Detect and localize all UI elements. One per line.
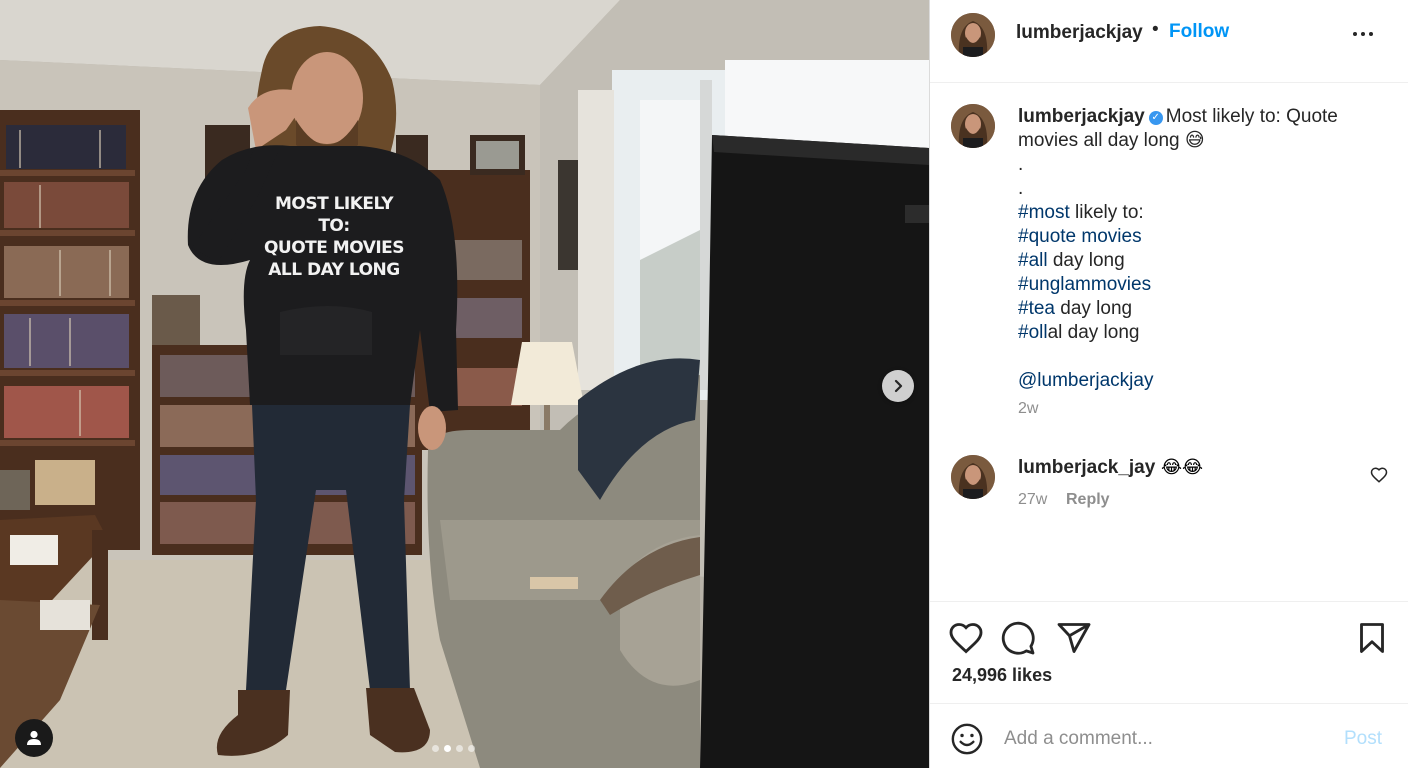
carousel-dot (456, 745, 463, 752)
hashtag-line: #ollal day long (1018, 321, 1388, 345)
hashtag-line: #quote movies (1018, 225, 1388, 249)
post-caption: lumberjackjay ✓ Most likely to: Quote movi… (930, 83, 1408, 443)
verified-icon: ✓ (1148, 111, 1163, 125)
caption-line-2: movies all day long 😅 (1018, 130, 1205, 151)
follow-button[interactable]: Follow (1169, 21, 1229, 43)
hoodie-print: MOST LIKELY TO: QUOTE MOVIES ALL DAY LON… (258, 193, 410, 281)
carousel-dot-active (444, 745, 451, 752)
post-comment-button[interactable]: Post (1344, 728, 1382, 750)
heart-icon[interactable] (948, 620, 984, 656)
user-tag-icon (27, 730, 41, 745)
hashtag-rest: day long (1047, 250, 1125, 271)
post-side-panel: lumberjackjay • Follow lumberjackjay ✓ M… (929, 0, 1408, 768)
comment-timestamp[interactable]: 27w (1018, 491, 1047, 509)
caption-dot: . (1018, 178, 1024, 199)
heart-icon[interactable] (1370, 466, 1388, 484)
bookmark-icon[interactable] (1354, 620, 1390, 656)
hoodie-line-1: MOST LIKELY TO: (274, 194, 394, 236)
photo-scene (0, 0, 929, 768)
caption-text: lumberjackjay ✓ Most likely to: Quote movi… (1018, 105, 1388, 421)
more-icon (1353, 32, 1373, 36)
hashtag-line: #most likely to: (1018, 201, 1388, 225)
hashtag-link[interactable]: #oll (1018, 322, 1048, 343)
commenter-avatar[interactable] (951, 455, 995, 499)
avatar-image (951, 13, 995, 57)
hoodie-line-3: ALL DAY LONG (268, 260, 400, 280)
post-header: lumberjackjay • Follow (930, 0, 1408, 83)
post-photo[interactable]: MOST LIKELY TO: QUOTE MOVIES ALL DAY LON… (0, 0, 929, 768)
avatar-image (951, 455, 995, 499)
hashtag-line: #tea day long (1018, 297, 1388, 321)
carousel-dots (432, 745, 475, 752)
hashtag-rest: likely to: (1069, 202, 1144, 223)
likes-count[interactable]: 24,996 likes (952, 665, 1052, 686)
post-actions: 24,996 likes (930, 601, 1408, 703)
comment-username[interactable]: lumberjack_jay (1018, 457, 1155, 479)
carousel-dot (468, 745, 475, 752)
hashtag-link[interactable]: #tea (1018, 298, 1055, 319)
caption-dot: . (1018, 154, 1024, 175)
comment-item: lumberjack_jay 😂😂 27w Reply (930, 452, 1408, 522)
carousel-dot (432, 745, 439, 752)
tagged-users-button[interactable] (15, 719, 53, 757)
comment-text: 😂😂 (1161, 457, 1204, 477)
hashtag-link[interactable]: #unglammovies (1018, 274, 1151, 295)
hashtag-link[interactable]: #all (1018, 250, 1048, 271)
hashtag-link[interactable]: #most (1018, 202, 1070, 223)
add-comment-bar: Post (930, 703, 1408, 768)
comment-icon[interactable] (1000, 620, 1036, 656)
hashtag-rest: al day long (1047, 322, 1140, 343)
caption-username[interactable]: lumberjackjay (1018, 106, 1145, 127)
comment-input[interactable] (1004, 724, 1324, 754)
share-icon[interactable] (1056, 620, 1092, 656)
caption-line-1: Most likely to: Quote (1165, 106, 1338, 127)
caption-timestamp[interactable]: 2w (1018, 397, 1388, 421)
header-username[interactable]: lumberjackjay (1016, 22, 1143, 44)
emoji-icon[interactable] (950, 722, 984, 756)
avatar[interactable] (951, 13, 995, 57)
chevron-right-icon (894, 379, 903, 393)
avatar-image (951, 104, 995, 148)
reply-button[interactable]: Reply (1066, 491, 1110, 509)
header-separator: • (1152, 19, 1159, 40)
hashtag-line: #unglammovies (1018, 273, 1388, 297)
hoodie-line-2: QUOTE MOVIES (263, 238, 405, 258)
mention-link[interactable]: @lumberjackjay (1018, 369, 1388, 393)
instagram-post: MOST LIKELY TO: QUOTE MOVIES ALL DAY LON… (0, 0, 1408, 768)
carousel-next-button[interactable] (882, 370, 914, 402)
hashtag-link[interactable]: #quote movies (1018, 226, 1142, 247)
caption-avatar[interactable] (951, 104, 995, 148)
hashtag-line: #all day long (1018, 249, 1388, 273)
hashtag-rest: day long (1054, 298, 1133, 319)
more-options-button[interactable] (1348, 24, 1378, 44)
